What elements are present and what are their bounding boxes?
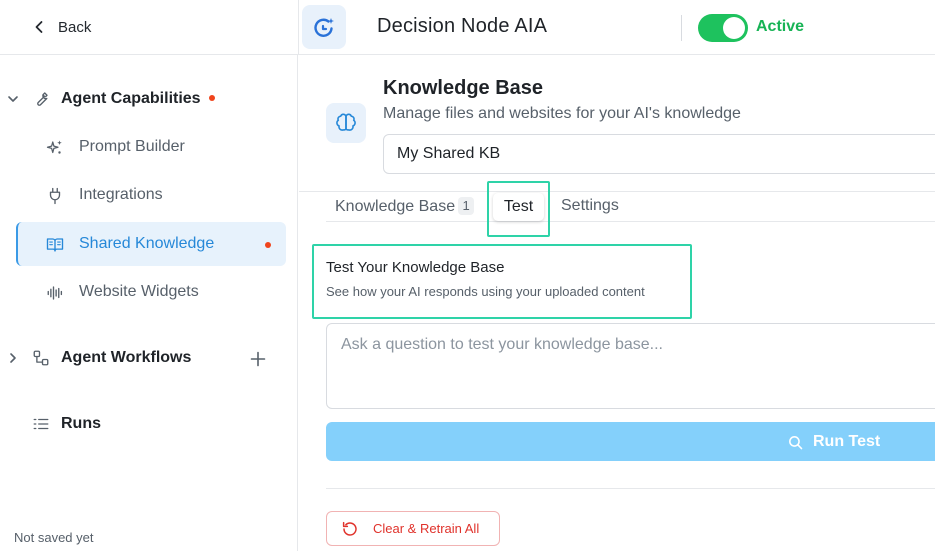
tab-test[interactable]: Test xyxy=(493,193,544,221)
content-divider xyxy=(326,488,935,489)
section-runs[interactable]: Runs xyxy=(0,410,298,438)
kb-title: Knowledge Base xyxy=(383,77,544,99)
section-agent-workflows[interactable]: Agent Workflows xyxy=(0,344,298,372)
clear-retrain-button[interactable]: Clear & Retrain All xyxy=(326,511,500,546)
workflow-icon xyxy=(32,349,50,367)
sidebar-item-label: Shared Knowledge xyxy=(79,235,215,252)
sidebar-item-shared-knowledge[interactable]: Shared Knowledge xyxy=(16,222,286,266)
sidebar-item-label: Website Widgets xyxy=(79,283,199,300)
test-panel-subtitle: See how your AI responds using your uplo… xyxy=(326,284,645,299)
section-label: Runs xyxy=(61,415,101,432)
back-button[interactable]: Back xyxy=(34,17,91,37)
tabs-underline xyxy=(326,221,935,222)
run-test-button[interactable]: Run Test xyxy=(326,422,935,461)
section-agent-capabilities[interactable]: Agent Capabilities xyxy=(0,85,298,113)
audio-wave-icon xyxy=(46,284,64,302)
sidebar-item-label: Integrations xyxy=(79,186,163,203)
tab-knowledge-base[interactable]: Knowledge Base 1 xyxy=(335,197,475,216)
run-test-label: Run Test xyxy=(813,433,881,450)
kb-selector[interactable]: My Shared KB xyxy=(383,134,935,174)
brain-icon xyxy=(326,103,366,143)
test-panel-title: Test Your Knowledge Base xyxy=(326,259,505,276)
back-label: Back xyxy=(58,18,92,36)
header-divider xyxy=(298,0,299,55)
sidebar-item-website-widgets[interactable]: Website Widgets xyxy=(16,270,286,314)
clear-retrain-label: Clear & Retrain All xyxy=(373,521,480,536)
save-status-text: Not saved yet xyxy=(14,530,94,545)
unsaved-dot xyxy=(209,95,216,101)
header-separator xyxy=(681,15,682,41)
chevron-down-icon xyxy=(6,92,20,106)
sidebar: Agent Capabilities Prompt Builder Integr… xyxy=(0,55,298,551)
question-input[interactable] xyxy=(326,323,935,409)
list-icon xyxy=(32,415,50,433)
app-logo-icon xyxy=(302,5,346,49)
sidebar-item-label: Prompt Builder xyxy=(79,138,185,155)
top-bar: Back Decision Node AIA Active xyxy=(0,0,935,55)
highlight-box-heading xyxy=(312,244,692,319)
tab-settings[interactable]: Settings xyxy=(561,197,619,215)
sidebar-item-integrations[interactable]: Integrations xyxy=(16,173,286,217)
refresh-icon xyxy=(341,520,359,538)
wrench-icon xyxy=(32,90,50,108)
add-workflow-button[interactable] xyxy=(250,351,266,367)
agent-title: Decision Node AIA xyxy=(377,15,548,37)
section-label: Agent Capabilities xyxy=(61,90,216,108)
chevron-right-icon xyxy=(6,351,20,365)
plug-icon xyxy=(46,187,64,205)
tabs-divider xyxy=(299,191,935,192)
kb-subtitle: Manage files and websites for your AI's … xyxy=(383,105,741,122)
sparkles-icon xyxy=(46,139,64,157)
unsaved-dot xyxy=(265,242,271,248)
tab-count-badge: 1 xyxy=(458,197,475,215)
chevron-left-icon xyxy=(34,20,44,34)
toggle-knob xyxy=(723,17,745,39)
section-label: Agent Workflows xyxy=(61,349,192,366)
search-icon xyxy=(787,434,804,451)
book-open-icon xyxy=(46,236,64,254)
sidebar-item-prompt-builder[interactable]: Prompt Builder xyxy=(16,125,286,169)
active-toggle[interactable] xyxy=(698,14,748,42)
status-label: Active xyxy=(756,18,805,35)
